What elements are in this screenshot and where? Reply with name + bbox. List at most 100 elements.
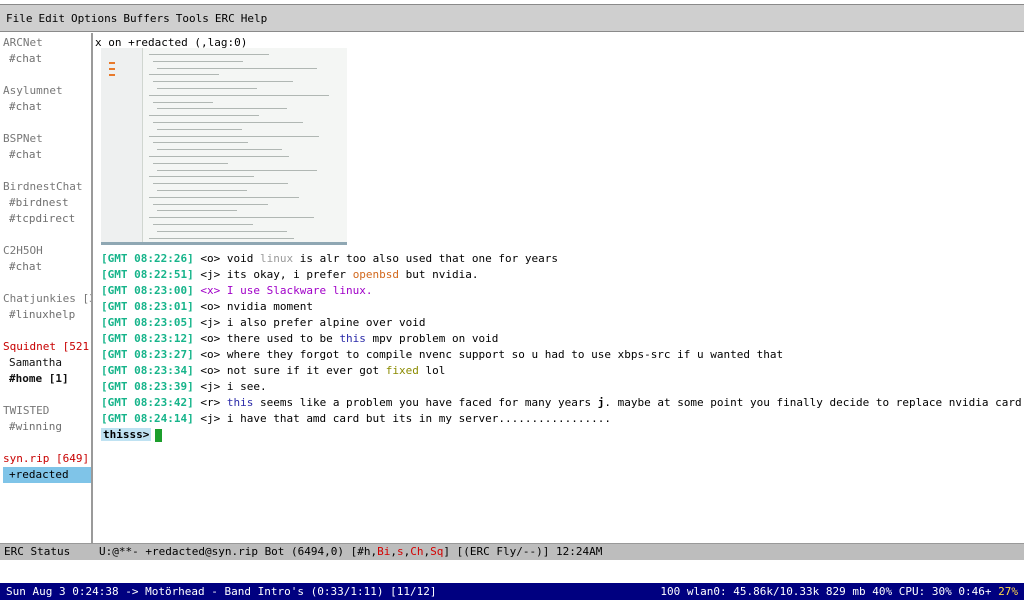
menu-erc[interactable]: ERC [215, 12, 235, 25]
preview-highlight [109, 62, 115, 64]
sidebar-channel-19[interactable]: +redacted [3, 467, 91, 483]
message-text: openbsd [352, 268, 400, 281]
preview-line [153, 81, 293, 83]
preview-line [157, 149, 282, 151]
sidebar-network-13[interactable]: Squidnet [521] [3, 339, 91, 355]
message-nick[interactable]: <o> [200, 348, 220, 361]
message-text: where they forgot to compile nvenc suppo… [226, 348, 784, 361]
message-nick[interactable]: <r> [200, 396, 220, 409]
preview-line [153, 162, 228, 164]
message-text: nvidia moment [226, 300, 313, 313]
message-text: i have that amd card but its in my serve… [226, 412, 611, 425]
sidebar-channel-8[interactable]: #tcpdirect [9, 211, 91, 227]
message-nick[interactable]: <o> [200, 252, 220, 265]
message-nick[interactable]: <j> [200, 268, 220, 281]
message-text: mpv problem on void [365, 332, 499, 345]
sidebar-channel-1[interactable]: #chat [9, 51, 91, 67]
channel-sidebar: ARCNet #chat Asylumnet #chat BSPNet #chat Bird… [0, 33, 93, 543]
preview-line [157, 169, 317, 171]
message-timestamp: [GMT 08:22:26] [101, 252, 194, 265]
text-cursor [155, 428, 163, 442]
sidebar-channel-15[interactable]: #home [1] [9, 371, 91, 387]
sidebar-network-0[interactable]: ARCNet [3, 35, 91, 51]
message-text: i see. [226, 380, 267, 393]
menu-edit[interactable]: Edit [39, 12, 66, 25]
message-timestamp: [GMT 08:23:01] [101, 300, 194, 313]
preview-line [153, 224, 253, 225]
sidebar-network-16[interactable]: TWISTED [3, 403, 91, 419]
preview-line [157, 128, 242, 130]
sidebar-channel-5[interactable]: #chat [9, 147, 91, 163]
message-timestamp: [GMT 08:23:34] [101, 364, 194, 377]
modeline-channel-flag: Ch [410, 545, 424, 558]
message-text: lol [418, 364, 446, 377]
image-preview[interactable] [101, 48, 347, 245]
menu-file[interactable]: File [6, 12, 33, 25]
input-line[interactable]: thisss> [101, 427, 1016, 443]
message-text: linux [259, 252, 294, 265]
sidebar-channel-12[interactable]: #linuxhelp [9, 307, 91, 323]
message-text: this [339, 332, 366, 345]
sidebar-network-4[interactable]: BSPNet [3, 131, 91, 147]
system-status-bar: Sun Aug 3 0:24:38 -> Motörhead - Band In… [0, 583, 1024, 600]
chat-message: [GMT 08:23:42] <r> this seems like a pro… [101, 395, 1024, 411]
message-nick[interactable]: <o> [200, 364, 220, 377]
sidebar-network-6[interactable]: BirdnestChat [ [3, 179, 91, 195]
menu-options[interactable]: Options [71, 12, 117, 25]
message-timestamp: [GMT 08:23:05] [101, 316, 194, 329]
sidebar-channel-3[interactable]: #chat [9, 99, 91, 115]
preview-line [157, 210, 237, 212]
preview-line [157, 230, 287, 232]
message-nick[interactable]: <j> [200, 316, 220, 329]
menu-buffers[interactable]: Buffers [123, 12, 169, 25]
sidebar-network-2[interactable]: Asylumnet [3, 83, 91, 99]
message-timestamp: [GMT 08:22:51] [101, 268, 194, 281]
sidebar-network-9[interactable]: C2H5OH [3, 243, 91, 259]
sidebar-network-18[interactable]: syn.rip [649] [3, 451, 91, 467]
menu-help[interactable]: Help [241, 12, 268, 25]
message-nick[interactable]: <o> [200, 332, 220, 345]
chat-message: [GMT 08:23:00] <x> I use Slackware linux… [101, 283, 1016, 299]
sidebar-channel-10[interactable]: #chat [9, 259, 91, 275]
status-system-info: 100 wlan0: 45.86k/10.33k 829 mb 40% CPU:… [660, 583, 1018, 600]
menu-tools[interactable]: Tools [176, 12, 209, 25]
mode-line: U:@**- +redacted@syn.rip Bot (6494,0) [#… [95, 543, 1024, 560]
chat-message: [GMT 08:23:01] <o> nvidia moment [101, 299, 1016, 315]
message-timestamp: [GMT 08:24:14] [101, 412, 194, 425]
sidebar-channel-14[interactable]: Samantha [9, 355, 91, 371]
menu-bar: File Edit Options Buffers Tools ERC Help [0, 4, 1024, 32]
preview-line [157, 88, 257, 89]
sidebar-network-11[interactable]: Chatjunkies [3 [3, 291, 91, 307]
message-timestamp: [GMT 08:23:12] [101, 332, 194, 345]
message-nick[interactable]: <x> [200, 284, 220, 297]
message-nick[interactable]: <j> [200, 380, 220, 393]
sidebar-channel-17[interactable]: #winning [9, 419, 91, 435]
minibuffer[interactable] [0, 560, 1024, 582]
preview-highlight [109, 68, 115, 70]
modeline-channel-flag: Sq [430, 545, 444, 558]
chat-message: [GMT 08:24:14] <j> i have that amd card … [101, 411, 1016, 427]
preview-line [153, 203, 268, 205]
preview-line [149, 135, 319, 137]
preview-line [149, 237, 294, 239]
emacs-frame: ARCNet #chat Asylumnet #chat BSPNet #chat Bird… [0, 33, 1024, 560]
preview-line [157, 108, 287, 110]
preview-line [149, 176, 254, 178]
preview-line [149, 156, 289, 157]
input-prompt: thisss> [101, 428, 152, 441]
preview-line [153, 122, 303, 123]
sidebar-channel-7[interactable]: #birdnest [9, 195, 91, 211]
modeline-mode-info: ] [(ERC Fly/--)] 12:24AM [443, 545, 603, 558]
message-text: . maybe at some point you finally decide… [604, 396, 1024, 409]
message-text: its okay, i prefer [226, 268, 353, 281]
message-log: [GMT 08:22:26] <o> void linux is alr too… [101, 251, 1024, 443]
chat-message: [GMT 08:23:12] <o> there used to be this… [101, 331, 1016, 347]
message-text: this [226, 396, 254, 409]
preview-line [149, 74, 219, 76]
message-nick[interactable]: <j> [200, 412, 220, 425]
status-now-playing: Sun Aug 3 0:24:38 -> Motörhead - Band In… [6, 585, 437, 598]
chat-buffer: x on +redacted (,lag:0) [GMT 08:22:26] <… [95, 33, 1024, 543]
preview-line [157, 190, 247, 191]
message-text: fixed [385, 364, 419, 377]
message-nick[interactable]: <o> [200, 300, 220, 313]
